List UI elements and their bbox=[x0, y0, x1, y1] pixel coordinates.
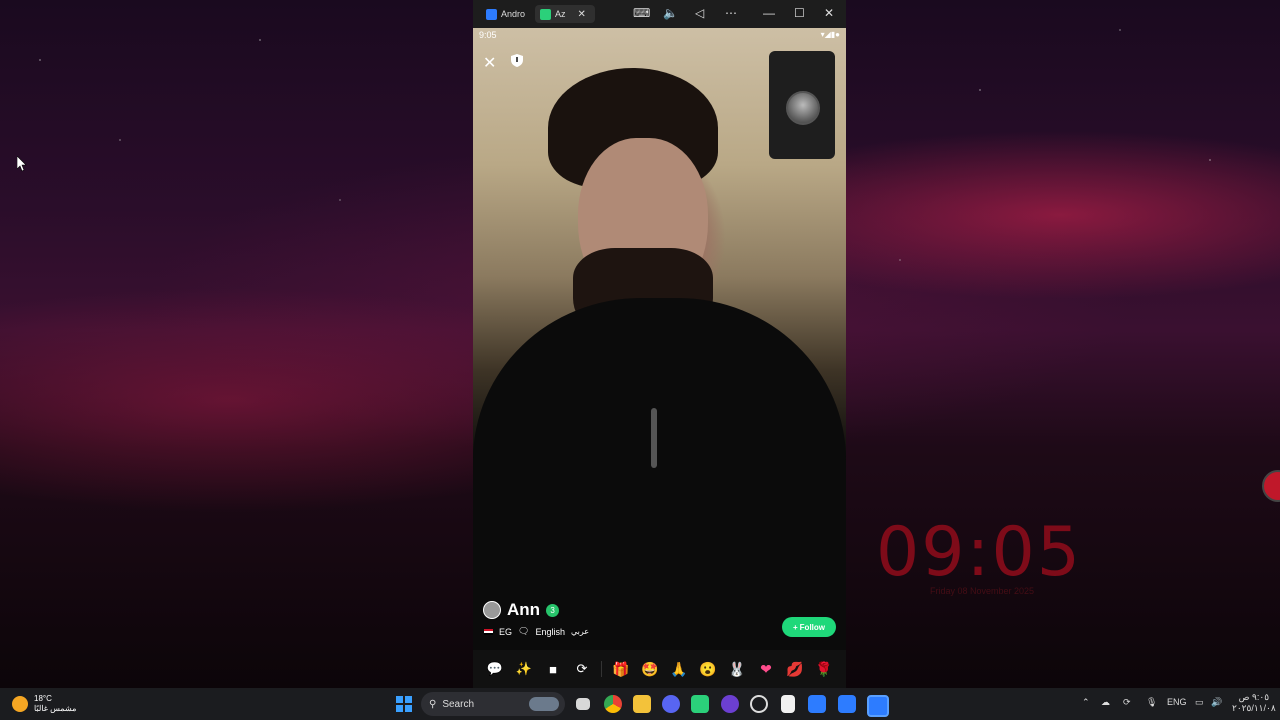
camera-icon[interactable]: ■ bbox=[543, 659, 563, 679]
emulator-app-icon[interactable] bbox=[808, 695, 826, 713]
follow-label: Follow bbox=[799, 622, 825, 632]
switch-camera-icon[interactable]: ⟳ bbox=[572, 659, 592, 679]
caller-avatar[interactable] bbox=[483, 601, 501, 619]
language-icon: 🗨 bbox=[518, 626, 530, 636]
search-label: Search bbox=[442, 698, 475, 710]
sun-icon bbox=[12, 696, 28, 712]
plus-icon: + bbox=[793, 622, 798, 632]
task-view-icon[interactable] bbox=[576, 698, 590, 710]
heart-icon[interactable]: ❤ bbox=[756, 659, 776, 679]
folder-icon[interactable] bbox=[633, 695, 651, 713]
display-icon[interactable]: ▭ bbox=[1195, 697, 1204, 708]
chatgpt-icon[interactable] bbox=[750, 695, 768, 713]
window-titlebar: Andro Az ✕ ⌨ 🔈 ◁ ⋯ — ☐ ✕ bbox=[473, 0, 846, 28]
discord-icon[interactable] bbox=[662, 695, 680, 713]
mic-icon[interactable]: 🎙 bbox=[1146, 697, 1157, 708]
lips-icon[interactable]: 💋 bbox=[785, 659, 805, 679]
gift-box-icon[interactable]: 🎁 bbox=[611, 659, 631, 679]
close-call-icon[interactable]: ✕ bbox=[483, 53, 496, 73]
star-face-icon[interactable]: 🤩 bbox=[640, 659, 660, 679]
tab-close-icon[interactable]: ✕ bbox=[578, 9, 586, 20]
caller-country: EG bbox=[499, 626, 513, 637]
video-person-zipper bbox=[651, 408, 657, 468]
bunny-icon[interactable]: 🐰 bbox=[727, 659, 747, 679]
follow-button[interactable]: + Follow bbox=[782, 617, 836, 637]
mouse-cursor bbox=[16, 155, 27, 177]
surprised-face-icon[interactable]: 😮 bbox=[698, 659, 718, 679]
call-controls-bar: 💬 ✨ ■ ⟳ 🎁 🤩 🙏 😮 🐰 ❤ 💋 🌹 bbox=[473, 650, 846, 688]
taskbar-clock[interactable]: ٩:٠٥ ص ٢٠٢٥/١١/٠٨ bbox=[1232, 692, 1276, 714]
egypt-flag-icon bbox=[484, 628, 493, 635]
keyboard-icon[interactable]: ⌨ bbox=[633, 6, 650, 20]
weather-temp: 18°C bbox=[34, 694, 52, 703]
chat-app-icon bbox=[540, 8, 551, 20]
praying-hands-icon[interactable]: 🙏 bbox=[669, 659, 689, 679]
caller-languages: English bbox=[535, 626, 565, 637]
divider bbox=[601, 661, 602, 677]
sync-icon[interactable]: ⟳ bbox=[1123, 697, 1131, 708]
emulator-app-icon-2[interactable] bbox=[838, 695, 856, 713]
message-icon[interactable]: 💬 bbox=[485, 659, 505, 679]
emulator-app-icon-3[interactable] bbox=[867, 695, 889, 717]
more-icon[interactable]: ⋯ bbox=[725, 6, 737, 20]
back-icon[interactable]: ◁ bbox=[695, 6, 704, 20]
windows-start-icon[interactable] bbox=[396, 696, 412, 712]
android-icon[interactable] bbox=[691, 695, 709, 713]
app-icon bbox=[486, 8, 497, 20]
game-icon[interactable] bbox=[721, 695, 739, 713]
caller-info: Ann 3 bbox=[483, 600, 560, 620]
search-highlight-icon bbox=[529, 697, 559, 711]
desktop-clock-date: Friday 08 November 2025 bbox=[929, 586, 1035, 596]
magic-wand-icon[interactable]: ✨ bbox=[514, 659, 534, 679]
status-time: 9:05 bbox=[479, 30, 497, 40]
tab-label: Az bbox=[555, 9, 566, 19]
search-icon: ⚲ bbox=[429, 698, 437, 710]
tab-label: Andro bbox=[501, 9, 526, 19]
chrome-icon[interactable] bbox=[604, 695, 622, 713]
tab-android[interactable]: Andro bbox=[481, 5, 535, 23]
cloud-icon[interactable]: ☁ bbox=[1101, 697, 1110, 708]
taskbar-time: ٩:٠٥ ص bbox=[1238, 692, 1270, 702]
video-call-screen: 9:05 ▾◢▮● ✕ Ann 3 EG 🗨 English عربي + Fo… bbox=[473, 28, 846, 658]
maximize-icon[interactable]: ☐ bbox=[794, 6, 805, 20]
caller-meta: EG 🗨 English عربي bbox=[484, 626, 589, 637]
minimize-icon[interactable]: — bbox=[763, 6, 775, 20]
caller-name[interactable]: Ann bbox=[507, 600, 540, 620]
self-preview-pip[interactable] bbox=[769, 51, 835, 159]
desktop-clock: 09:05 bbox=[876, 513, 1082, 592]
status-icons: ▾◢▮● bbox=[820, 30, 840, 39]
notes-icon[interactable] bbox=[781, 695, 795, 713]
emulator-window: Andro Az ✕ ⌨ 🔈 ◁ ⋯ — ☐ ✕ 9:05 ▾◢▮● ✕ Ann… bbox=[473, 0, 846, 688]
tab-chat-app[interactable]: Az ✕ bbox=[535, 5, 595, 23]
weather-desc: مشمس غالبًا bbox=[34, 704, 77, 713]
caller-languages-extra: عربي bbox=[570, 627, 590, 636]
speaker-icon[interactable]: 🔊 bbox=[1211, 697, 1222, 708]
volume-icon[interactable]: 🔈 bbox=[663, 6, 678, 20]
window-close-icon[interactable]: ✕ bbox=[824, 6, 834, 20]
self-avatar bbox=[786, 91, 820, 125]
taskbar-date: ٢٠٢٥/١١/٠٨ bbox=[1232, 703, 1276, 713]
weather-widget[interactable]: 18°C مشمس غالبًا bbox=[12, 694, 76, 714]
shield-icon[interactable] bbox=[511, 54, 523, 67]
chevron-up-icon[interactable]: ⌃ bbox=[1082, 697, 1090, 708]
taskbar: 18°C مشمس غالبًا ⚲ Search ⌃ ☁ ⟳ 🎙 ENG ▭ … bbox=[0, 688, 1280, 720]
language-indicator[interactable]: ENG bbox=[1167, 697, 1187, 707]
taskbar-search[interactable]: ⚲ Search bbox=[421, 692, 565, 716]
verified-badge: 3 bbox=[546, 603, 560, 617]
rose-icon[interactable]: 🌹 bbox=[814, 659, 834, 679]
